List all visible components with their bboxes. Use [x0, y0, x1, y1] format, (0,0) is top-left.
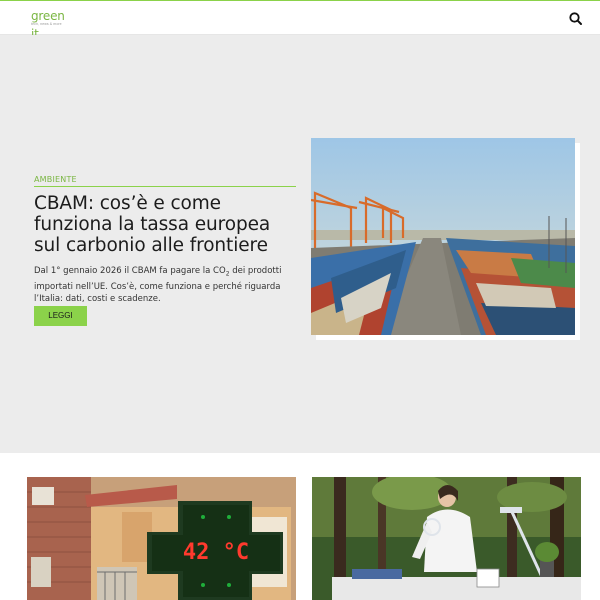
- scientist-in-forest-lab-photo: [312, 477, 581, 600]
- read-more-button[interactable]: LEGGI: [34, 306, 87, 326]
- article-excerpt: Dal 1° gennaio 2026 il CBAM fa pagare la…: [34, 265, 296, 305]
- article-card-image[interactable]: 42 °C: [27, 477, 296, 600]
- article-card-image[interactable]: [312, 477, 581, 600]
- logo-tagline: tech, news & more: [31, 22, 62, 26]
- pharmacy-sign-temperature-photo: 42 °C: [27, 477, 296, 600]
- article-title[interactable]: CBAM: cos’è e come funziona la tassa eur…: [34, 193, 296, 256]
- hero-section: AMBIENTE CBAM: cos’è e come funziona la …: [0, 35, 600, 453]
- site-header: green it tech, news & more: [0, 0, 600, 41]
- category-link[interactable]: AMBIENTE: [34, 175, 296, 187]
- hero-image[interactable]: [310, 138, 575, 335]
- excerpt-text-before: Dal 1° gennaio 2026 il CBAM fa pagare la…: [34, 266, 226, 276]
- temperature-reading: 42 °C: [183, 540, 249, 565]
- hero-article: AMBIENTE CBAM: cos’è e come funziona la …: [34, 175, 296, 326]
- search-icon[interactable]: [568, 11, 584, 27]
- site-logo[interactable]: green it tech, news & more: [31, 7, 73, 41]
- container-port-photo: [310, 138, 575, 335]
